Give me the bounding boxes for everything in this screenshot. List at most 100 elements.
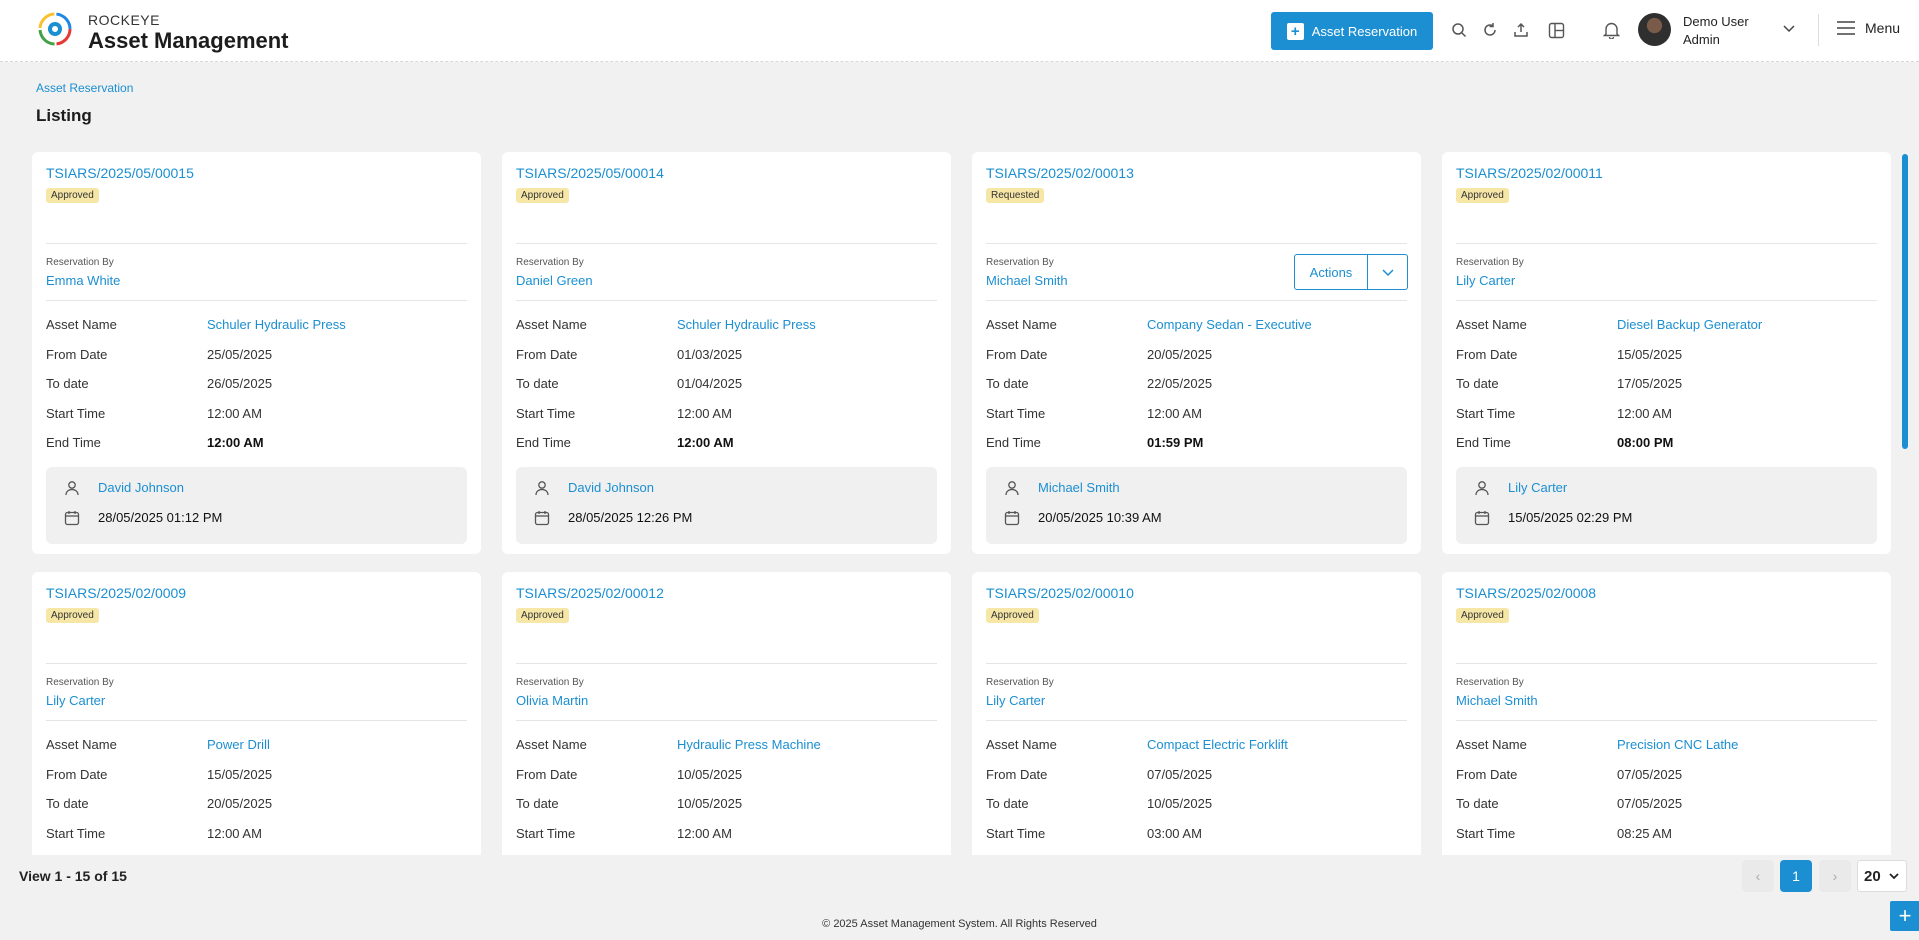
asset-name-value[interactable]: Schuler Hydraulic Press bbox=[207, 317, 346, 332]
next-page-button[interactable]: › bbox=[1819, 860, 1851, 892]
reservation-code[interactable]: TSIARS/2025/02/0008 bbox=[1456, 585, 1596, 601]
chevron-down-icon[interactable] bbox=[1781, 20, 1797, 41]
asset-name-label: Asset Name bbox=[1456, 317, 1527, 332]
chevron-down-icon[interactable] bbox=[1368, 255, 1407, 289]
asset-name-value[interactable]: Precision CNC Lathe bbox=[1617, 737, 1738, 752]
reservation-by-name[interactable]: Lily Carter bbox=[46, 693, 105, 708]
reservation-code[interactable]: TSIARS/2025/02/00010 bbox=[986, 585, 1134, 601]
breadcrumb[interactable]: Asset Reservation bbox=[36, 81, 133, 95]
asset-name-value[interactable]: Diesel Backup Generator bbox=[1617, 317, 1762, 332]
reservation-by-name[interactable]: Michael Smith bbox=[1456, 693, 1538, 708]
reservation-card: TSIARS/2025/05/00014 Approved Reservatio… bbox=[502, 152, 951, 554]
reservation-code[interactable]: TSIARS/2025/05/00014 bbox=[516, 165, 664, 181]
reservation-by-name[interactable]: Daniel Green bbox=[516, 273, 593, 288]
reservation-by-name[interactable]: Emma White bbox=[46, 273, 120, 288]
start-time-value: 12:00 AM bbox=[207, 826, 262, 841]
to-date-value: 26/05/2025 bbox=[207, 376, 273, 391]
start-time-value: 12:00 AM bbox=[677, 406, 732, 421]
from-date-label: From Date bbox=[986, 767, 1048, 782]
to-date-label: To date bbox=[1456, 796, 1499, 811]
reservation-by-name[interactable]: Lily Carter bbox=[1456, 273, 1515, 288]
calendar-icon bbox=[1004, 511, 1020, 526]
refresh-icon[interactable] bbox=[1480, 20, 1500, 40]
created-at: 15/05/2025 02:29 PM bbox=[1508, 510, 1633, 525]
asset-name-value[interactable]: Company Sedan - Executive bbox=[1147, 317, 1312, 332]
to-date-value: 20/05/2025 bbox=[207, 796, 273, 811]
asset-name-value[interactable]: Compact Electric Forklift bbox=[1147, 737, 1288, 752]
start-time-value: 12:00 AM bbox=[1147, 406, 1202, 421]
to-date-value: 10/05/2025 bbox=[677, 796, 743, 811]
created-at: 28/05/2025 01:12 PM bbox=[98, 510, 223, 525]
end-time-label: End Time bbox=[1456, 435, 1511, 450]
asset-name-value[interactable]: Schuler Hydraulic Press bbox=[677, 317, 816, 332]
user-avatar[interactable] bbox=[1638, 13, 1671, 46]
status-badge: Requested bbox=[986, 188, 1045, 203]
divider bbox=[1456, 300, 1877, 301]
page-1-button[interactable]: 1 bbox=[1780, 860, 1812, 892]
asset-name-label: Asset Name bbox=[986, 317, 1057, 332]
menu-button[interactable]: Menu bbox=[1837, 20, 1900, 36]
page-title: Listing bbox=[36, 106, 92, 125]
reservation-card: TSIARS/2025/02/0009 Approved Reservation… bbox=[32, 572, 481, 855]
prev-page-button[interactable]: ‹ bbox=[1742, 860, 1774, 892]
upload-icon[interactable] bbox=[1511, 20, 1531, 40]
from-date-label: From Date bbox=[516, 767, 578, 782]
rockeye-logo-icon[interactable] bbox=[36, 10, 74, 48]
reservation-by-label: Reservation By bbox=[46, 677, 114, 688]
status-badge: Approved bbox=[986, 608, 1039, 623]
reservation-by-name[interactable]: Lily Carter bbox=[986, 693, 1045, 708]
created-by-name[interactable]: David Johnson bbox=[568, 480, 654, 495]
notification-bell-icon[interactable] bbox=[1601, 20, 1621, 40]
divider bbox=[986, 300, 1407, 301]
from-date-value: 01/03/2025 bbox=[677, 347, 743, 362]
reservation-code[interactable]: TSIARS/2025/02/00011 bbox=[1456, 165, 1603, 181]
from-date-label: From Date bbox=[516, 347, 578, 362]
end-time-value: 01:59 PM bbox=[1147, 435, 1204, 450]
divider bbox=[46, 663, 467, 664]
asset-reservation-button[interactable]: + Asset Reservation bbox=[1271, 12, 1433, 50]
reservation-by-label: Reservation By bbox=[986, 677, 1054, 688]
reservation-by-label: Reservation By bbox=[516, 257, 584, 268]
status-badge: Approved bbox=[1456, 608, 1509, 623]
asset-name-label: Asset Name bbox=[516, 317, 587, 332]
page-size-select[interactable]: 20 bbox=[1857, 860, 1907, 892]
asset-name-label: Asset Name bbox=[46, 737, 117, 752]
status-badge: Approved bbox=[46, 608, 99, 623]
reservation-by-name[interactable]: Olivia Martin bbox=[516, 693, 588, 708]
asset-name-value[interactable]: Power Drill bbox=[207, 737, 270, 752]
reservation-code[interactable]: TSIARS/2025/02/0009 bbox=[46, 585, 186, 601]
add-floating-button[interactable]: + bbox=[1890, 901, 1919, 931]
grid-scrollbar[interactable] bbox=[1902, 152, 1908, 855]
created-info-box: Michael Smith 20/05/2025 10:39 AM bbox=[986, 467, 1407, 544]
top-header: ROCKEYE Asset Management + Asset Reserva… bbox=[0, 0, 1919, 62]
end-time-value: 12:00 AM bbox=[677, 435, 734, 450]
scrollbar-thumb[interactable] bbox=[1902, 154, 1908, 449]
created-info-box: Lily Carter 15/05/2025 02:29 PM bbox=[1456, 467, 1877, 544]
user-name: Demo User bbox=[1683, 14, 1749, 29]
to-date-label: To date bbox=[46, 376, 89, 391]
reservation-by-label: Reservation By bbox=[1456, 677, 1524, 688]
asset-reservation-button-label: Asset Reservation bbox=[1311, 23, 1418, 39]
start-time-label: Start Time bbox=[46, 826, 106, 841]
start-time-label: Start Time bbox=[1456, 826, 1516, 841]
created-by-name[interactable]: Lily Carter bbox=[1508, 480, 1567, 495]
reservation-code[interactable]: TSIARS/2025/02/00013 bbox=[986, 165, 1134, 181]
created-by-name[interactable]: David Johnson bbox=[98, 480, 184, 495]
layout-grid-icon[interactable] bbox=[1546, 20, 1566, 40]
to-date-value: 01/04/2025 bbox=[677, 376, 743, 391]
reservation-by-label: Reservation By bbox=[516, 677, 584, 688]
created-by-name[interactable]: Michael Smith bbox=[1038, 480, 1120, 495]
reservation-by-name[interactable]: Michael Smith bbox=[986, 273, 1068, 288]
divider bbox=[516, 300, 937, 301]
search-icon[interactable] bbox=[1449, 20, 1469, 40]
reservation-code[interactable]: TSIARS/2025/05/00015 bbox=[46, 165, 194, 181]
to-date-label: To date bbox=[1456, 376, 1499, 391]
user-role: Admin bbox=[1683, 32, 1720, 47]
actions-button[interactable]: Actions bbox=[1295, 255, 1368, 289]
start-time-label: Start Time bbox=[1456, 406, 1516, 421]
divider bbox=[46, 243, 467, 244]
reservation-code[interactable]: TSIARS/2025/02/00012 bbox=[516, 585, 664, 601]
brand-title: Asset Management bbox=[88, 28, 289, 53]
divider bbox=[986, 243, 1407, 244]
asset-name-value[interactable]: Hydraulic Press Machine bbox=[677, 737, 821, 752]
